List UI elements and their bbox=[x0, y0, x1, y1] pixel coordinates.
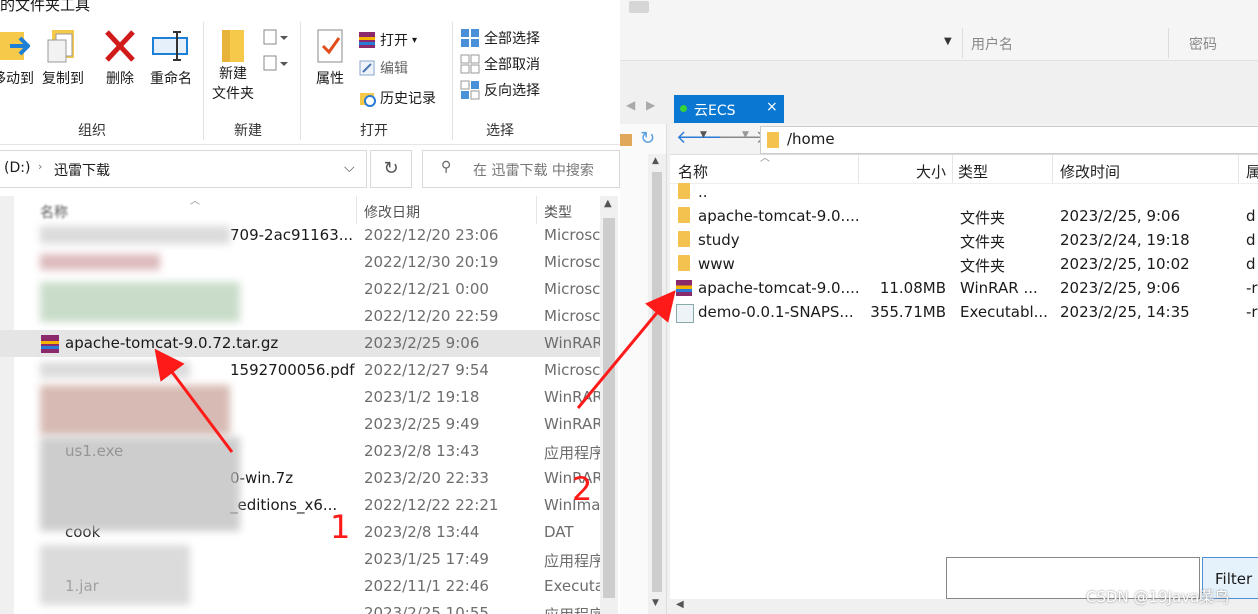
watermark: CSDN @19Java菜鸟 bbox=[1086, 588, 1230, 606]
annotation-arrow-1 bbox=[154, 348, 234, 453]
annotation-arrow-2 bbox=[576, 290, 676, 409]
annotation-layer bbox=[154, 290, 676, 453]
annotation-label-2: 2 bbox=[572, 470, 593, 508]
annotation-label-1: 1 bbox=[330, 508, 351, 546]
